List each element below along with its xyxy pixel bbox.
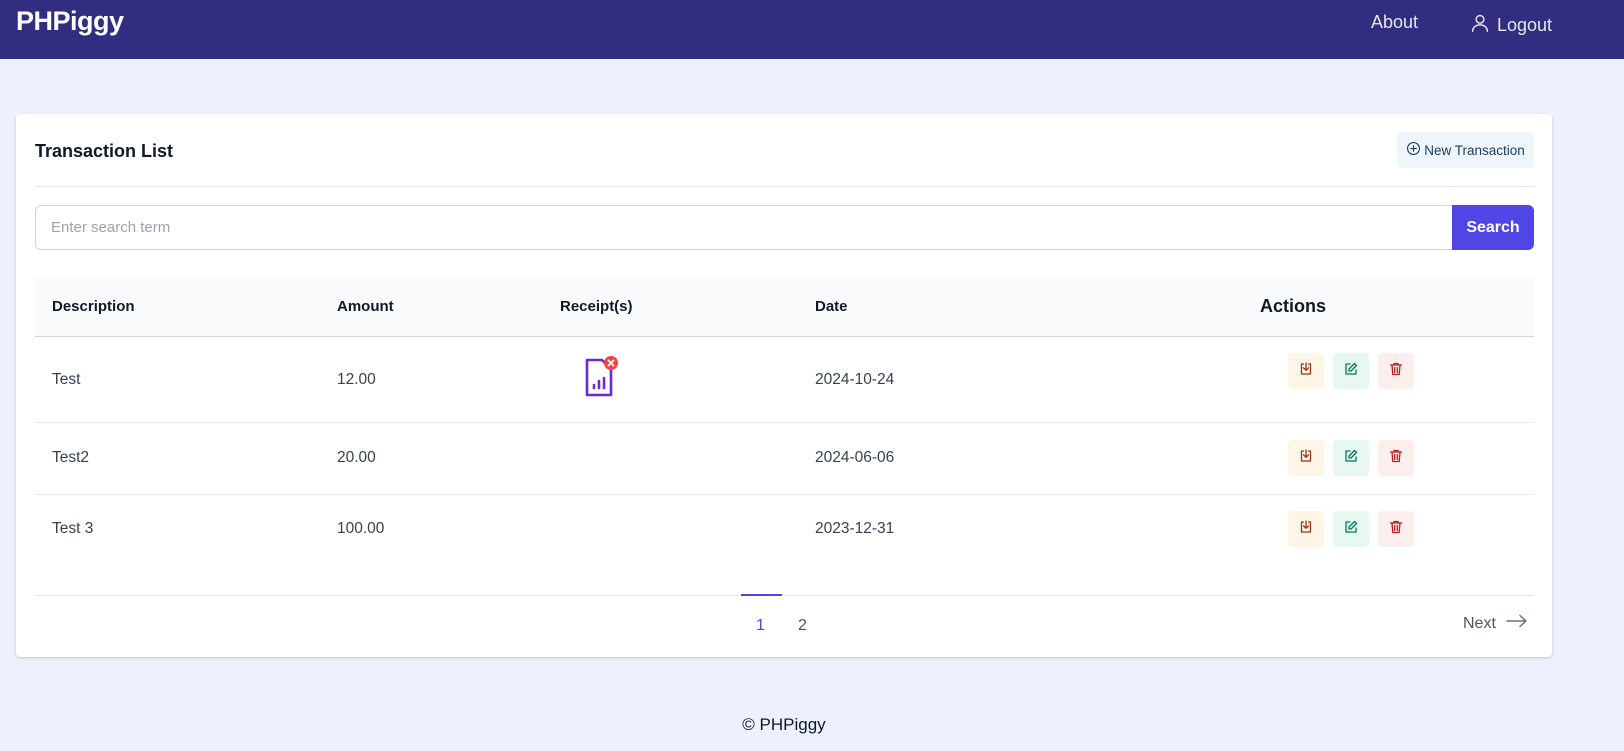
row-amount: 100.00 xyxy=(337,520,385,537)
next-label: Next xyxy=(1463,614,1496,632)
nav-logout-link[interactable]: Logout xyxy=(1469,12,1552,38)
trash-icon xyxy=(1388,361,1404,382)
row-date: 2024-06-06 xyxy=(815,449,895,466)
trash-icon xyxy=(1388,519,1404,540)
row-date: 2024-10-24 xyxy=(815,371,895,388)
download-icon xyxy=(1298,448,1314,469)
row-description: Test2 xyxy=(52,449,90,466)
download-receipt-button[interactable] xyxy=(1288,440,1324,476)
column-header-amount: Amount xyxy=(337,298,394,315)
logout-label: Logout xyxy=(1497,14,1553,35)
row-date: 2023-12-31 xyxy=(815,520,895,537)
download-icon xyxy=(1298,519,1314,540)
row-description: Test xyxy=(52,371,81,388)
row-actions xyxy=(1288,511,1414,547)
page-link-1[interactable]: 1 xyxy=(756,617,765,635)
row-actions xyxy=(1288,440,1414,476)
column-header-date: Date xyxy=(815,298,848,315)
row-description: Test 3 xyxy=(52,520,94,537)
download-receipt-button[interactable] xyxy=(1288,511,1324,547)
edit-transaction-button[interactable] xyxy=(1333,353,1369,389)
column-header-actions: Actions xyxy=(1260,296,1327,316)
new-transaction-label: New Transaction xyxy=(1424,142,1525,158)
page-link-2[interactable]: 2 xyxy=(798,617,807,635)
table-row: Test 12.00 2024-10-24 xyxy=(35,338,1534,423)
brand-logo[interactable]: PHPiggy xyxy=(16,6,124,37)
download-icon xyxy=(1298,361,1314,382)
row-actions xyxy=(1288,353,1414,389)
table-header: Description Amount Receipt(s) Date Actio… xyxy=(35,277,1534,337)
search-button[interactable]: Search xyxy=(1452,205,1534,250)
delete-transaction-button[interactable] xyxy=(1378,440,1414,476)
edit-transaction-button[interactable] xyxy=(1333,440,1369,476)
column-header-receipts: Receipt(s) xyxy=(560,298,633,315)
download-receipt-button[interactable] xyxy=(1288,353,1324,389)
edit-icon xyxy=(1343,448,1359,469)
row-amount: 12.00 xyxy=(337,371,376,388)
receipt-file-icon[interactable] xyxy=(581,355,621,399)
edit-transaction-button[interactable] xyxy=(1333,511,1369,547)
edit-icon xyxy=(1343,361,1359,382)
top-navbar: PHPiggy About Logout xyxy=(0,0,1624,59)
delete-transaction-button[interactable] xyxy=(1378,511,1414,547)
nav-about-link[interactable]: About xyxy=(1371,12,1418,33)
search-input[interactable] xyxy=(35,205,1452,250)
plus-circle-icon xyxy=(1406,141,1421,159)
column-header-description: Description xyxy=(52,298,135,315)
header-divider xyxy=(35,186,1534,187)
arrow-right-icon xyxy=(1506,614,1528,633)
trash-icon xyxy=(1388,448,1404,469)
page-title: Transaction List xyxy=(35,141,174,161)
table-row: Test 3 100.00 2023-12-31 xyxy=(35,495,1534,567)
row-amount: 20.00 xyxy=(337,449,376,466)
new-transaction-button[interactable]: New Transaction xyxy=(1397,132,1534,168)
edit-icon xyxy=(1343,519,1359,540)
pagination-divider xyxy=(35,595,1534,596)
delete-transaction-button[interactable] xyxy=(1378,353,1414,389)
transaction-card: Transaction List New Transaction Search … xyxy=(16,114,1552,657)
search-form: Search xyxy=(35,205,1534,250)
current-page-indicator xyxy=(741,594,782,596)
footer-copyright: © PHPiggy xyxy=(742,715,826,734)
next-page-link[interactable]: Next xyxy=(1463,614,1528,633)
user-icon xyxy=(1469,12,1491,39)
table-row: Test2 20.00 2024-06-06 xyxy=(35,423,1534,495)
